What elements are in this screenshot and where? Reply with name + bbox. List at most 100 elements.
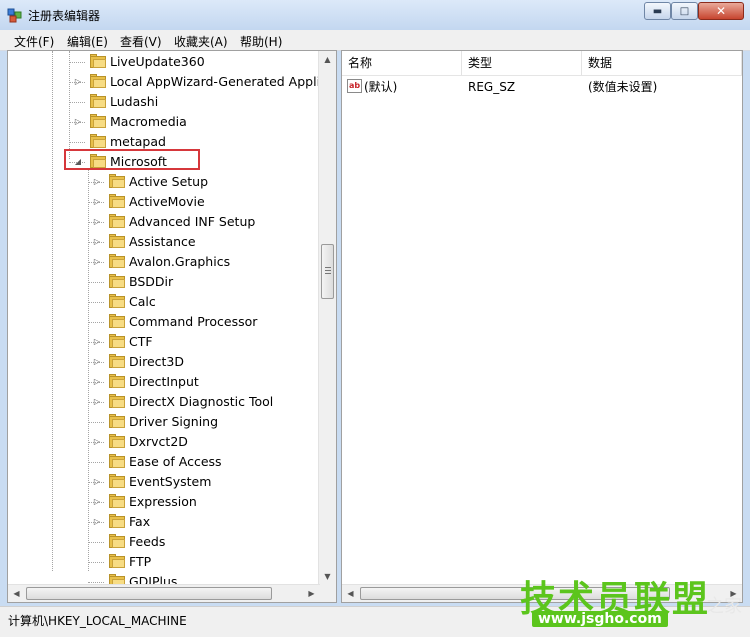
tree-item[interactable]: Command Processor (8, 312, 320, 332)
key-tree-pane[interactable]: LiveUpdate360 ▷ Local AppWizard-Generated … (7, 50, 337, 603)
tree-item[interactable]: ▷ Expression (8, 492, 320, 512)
minimize-button[interactable]: ▬ (644, 2, 671, 20)
title-bar[interactable]: 注册表编辑器 ▬ □ ✕ (0, 0, 750, 30)
folder-icon (109, 174, 125, 188)
scroll-left-icon[interactable]: ◀ (8, 585, 25, 602)
tree-item-label: Local AppWizard-Generated Applica (110, 74, 335, 89)
expand-arrow-icon (92, 452, 102, 472)
tree-item-label: LiveUpdate360 (110, 54, 205, 69)
tree-item[interactable]: ▷ DirectInput (8, 372, 320, 392)
tree-item[interactable]: ▷ EventSystem (8, 472, 320, 492)
tree-item-label: Assistance (129, 234, 196, 249)
tree-item[interactable]: ▷ Macromedia (8, 112, 320, 132)
scroll-down-icon[interactable]: ▼ (319, 568, 336, 585)
tree-item-label: Expression (129, 494, 197, 509)
tree-item[interactable]: FTP (8, 552, 320, 572)
expand-arrow-icon[interactable]: ▷ (92, 372, 102, 392)
expand-arrow-icon (92, 532, 102, 552)
tree-item-label: Ludashi (110, 94, 159, 109)
menu-file[interactable]: 文件(F) (14, 33, 54, 50)
expand-arrow-icon (92, 412, 102, 432)
tree-item[interactable]: ▷ Avalon.Graphics (8, 252, 320, 272)
close-button[interactable]: ✕ (698, 2, 744, 20)
tree-item[interactable]: ▷ CTF (8, 332, 320, 352)
folder-icon (109, 554, 125, 568)
tree-item-label: Ease of Access (129, 454, 222, 469)
tree-item[interactable]: Ludashi (8, 92, 320, 112)
menu-favorites[interactable]: 收藏夹(A) (174, 33, 228, 50)
string-value-icon: ab (347, 79, 362, 93)
tree-item-label: Dxrvct2D (129, 434, 188, 449)
watermark-extra: 之家 (706, 596, 742, 617)
folder-icon (109, 214, 125, 228)
expand-arrow-icon[interactable]: ▷ (92, 232, 102, 252)
folder-icon (109, 374, 125, 388)
tree-item-label: Direct3D (129, 354, 185, 369)
folder-icon (90, 114, 106, 128)
maximize-button[interactable]: □ (671, 2, 698, 20)
folder-icon (109, 234, 125, 248)
tree-item[interactable]: ▷ Advanced INF Setup (8, 212, 320, 232)
menu-view[interactable]: 查看(V) (120, 33, 162, 50)
value-data: (数值未设置) (588, 80, 658, 94)
tree-item[interactable]: LiveUpdate360 (8, 52, 320, 72)
value-row-default[interactable]: ab (默认) REG_SZ (数值未设置) (342, 77, 742, 97)
tree-vertical-scroll-thumb[interactable] (321, 244, 334, 299)
expand-arrow-icon[interactable]: ▷ (92, 392, 102, 412)
tree-item[interactable]: ▷ Direct3D (8, 352, 320, 372)
column-name-header[interactable]: 名称 (342, 51, 462, 75)
tree-item[interactable]: ▷ ActiveMovie (8, 192, 320, 212)
folder-icon (90, 54, 106, 68)
tree-item[interactable]: ▷ Active Setup (8, 172, 320, 192)
expand-arrow-icon (92, 552, 102, 572)
tree-item[interactable]: ▷ Fax (8, 512, 320, 532)
folder-icon (90, 134, 106, 148)
expand-arrow-icon[interactable]: ▷ (92, 332, 102, 352)
menu-help[interactable]: 帮助(H) (240, 33, 282, 50)
values-list-pane[interactable]: 名称 类型 数据 ab (默认) REG_SZ (数值未设置) ◀ ▶ (341, 50, 743, 603)
regedit-app-icon (7, 8, 22, 23)
scroll-up-icon[interactable]: ▲ (319, 51, 336, 68)
expand-arrow-icon[interactable]: ▷ (92, 212, 102, 232)
folder-icon (109, 254, 125, 268)
expand-arrow-icon[interactable]: ▷ (92, 352, 102, 372)
folder-icon (109, 474, 125, 488)
scroll-left-icon[interactable]: ◀ (342, 585, 359, 602)
tree-item-label: Advanced INF Setup (129, 214, 256, 229)
tree-item[interactable]: Ease of Access (8, 452, 320, 472)
expand-arrow-icon[interactable]: ▷ (92, 192, 102, 212)
tree-item[interactable]: Feeds (8, 532, 320, 552)
tree-horizontal-scrollbar[interactable]: ◀ ▶ (8, 584, 320, 602)
tree-item[interactable]: Driver Signing (8, 412, 320, 432)
folder-icon (109, 314, 125, 328)
expand-arrow-icon[interactable]: ▷ (73, 112, 83, 132)
tree-item[interactable]: BSDDir (8, 272, 320, 292)
folder-icon (109, 454, 125, 468)
expand-arrow-icon[interactable]: ▷ (92, 472, 102, 492)
expand-arrow-icon (73, 52, 83, 72)
scroll-right-icon[interactable]: ▶ (303, 585, 320, 602)
menu-edit[interactable]: 编辑(E) (67, 33, 108, 50)
minimize-icon: ▬ (652, 5, 663, 17)
menu-bar: 文件(F) 编辑(E) 查看(V) 收藏夹(A) 帮助(H) (0, 30, 750, 51)
value-type: REG_SZ (468, 80, 516, 94)
tree-vertical-scrollbar[interactable]: ▲ ▼ (318, 51, 336, 585)
column-data-header[interactable]: 数据 (582, 51, 742, 75)
tree-item[interactable]: ▷ Assistance (8, 232, 320, 252)
folder-icon (109, 434, 125, 448)
tree-item[interactable]: ▷ DirectX Diagnostic Tool (8, 392, 320, 412)
tree-item-label: Fax (129, 514, 151, 529)
column-type-header[interactable]: 类型 (462, 51, 582, 75)
tree-item[interactable]: ▷ Local AppWizard-Generated Applica (8, 72, 335, 92)
tree-item[interactable]: Calc (8, 292, 320, 312)
expand-arrow-icon[interactable]: ▷ (92, 252, 102, 272)
expand-arrow-icon[interactable]: ▷ (92, 172, 102, 192)
expand-arrow-icon[interactable]: ▷ (92, 512, 102, 532)
expand-arrow-icon[interactable]: ▷ (92, 432, 102, 452)
expand-arrow-icon[interactable]: ▷ (73, 72, 83, 92)
watermark-logo: 技术员联盟 www.jsgho.com 之家 (520, 570, 750, 636)
window-title: 注册表编辑器 (28, 9, 101, 23)
expand-arrow-icon[interactable]: ▷ (92, 492, 102, 512)
tree-horizontal-scroll-thumb[interactable] (26, 587, 272, 600)
tree-item[interactable]: ▷ Dxrvct2D (8, 432, 320, 452)
